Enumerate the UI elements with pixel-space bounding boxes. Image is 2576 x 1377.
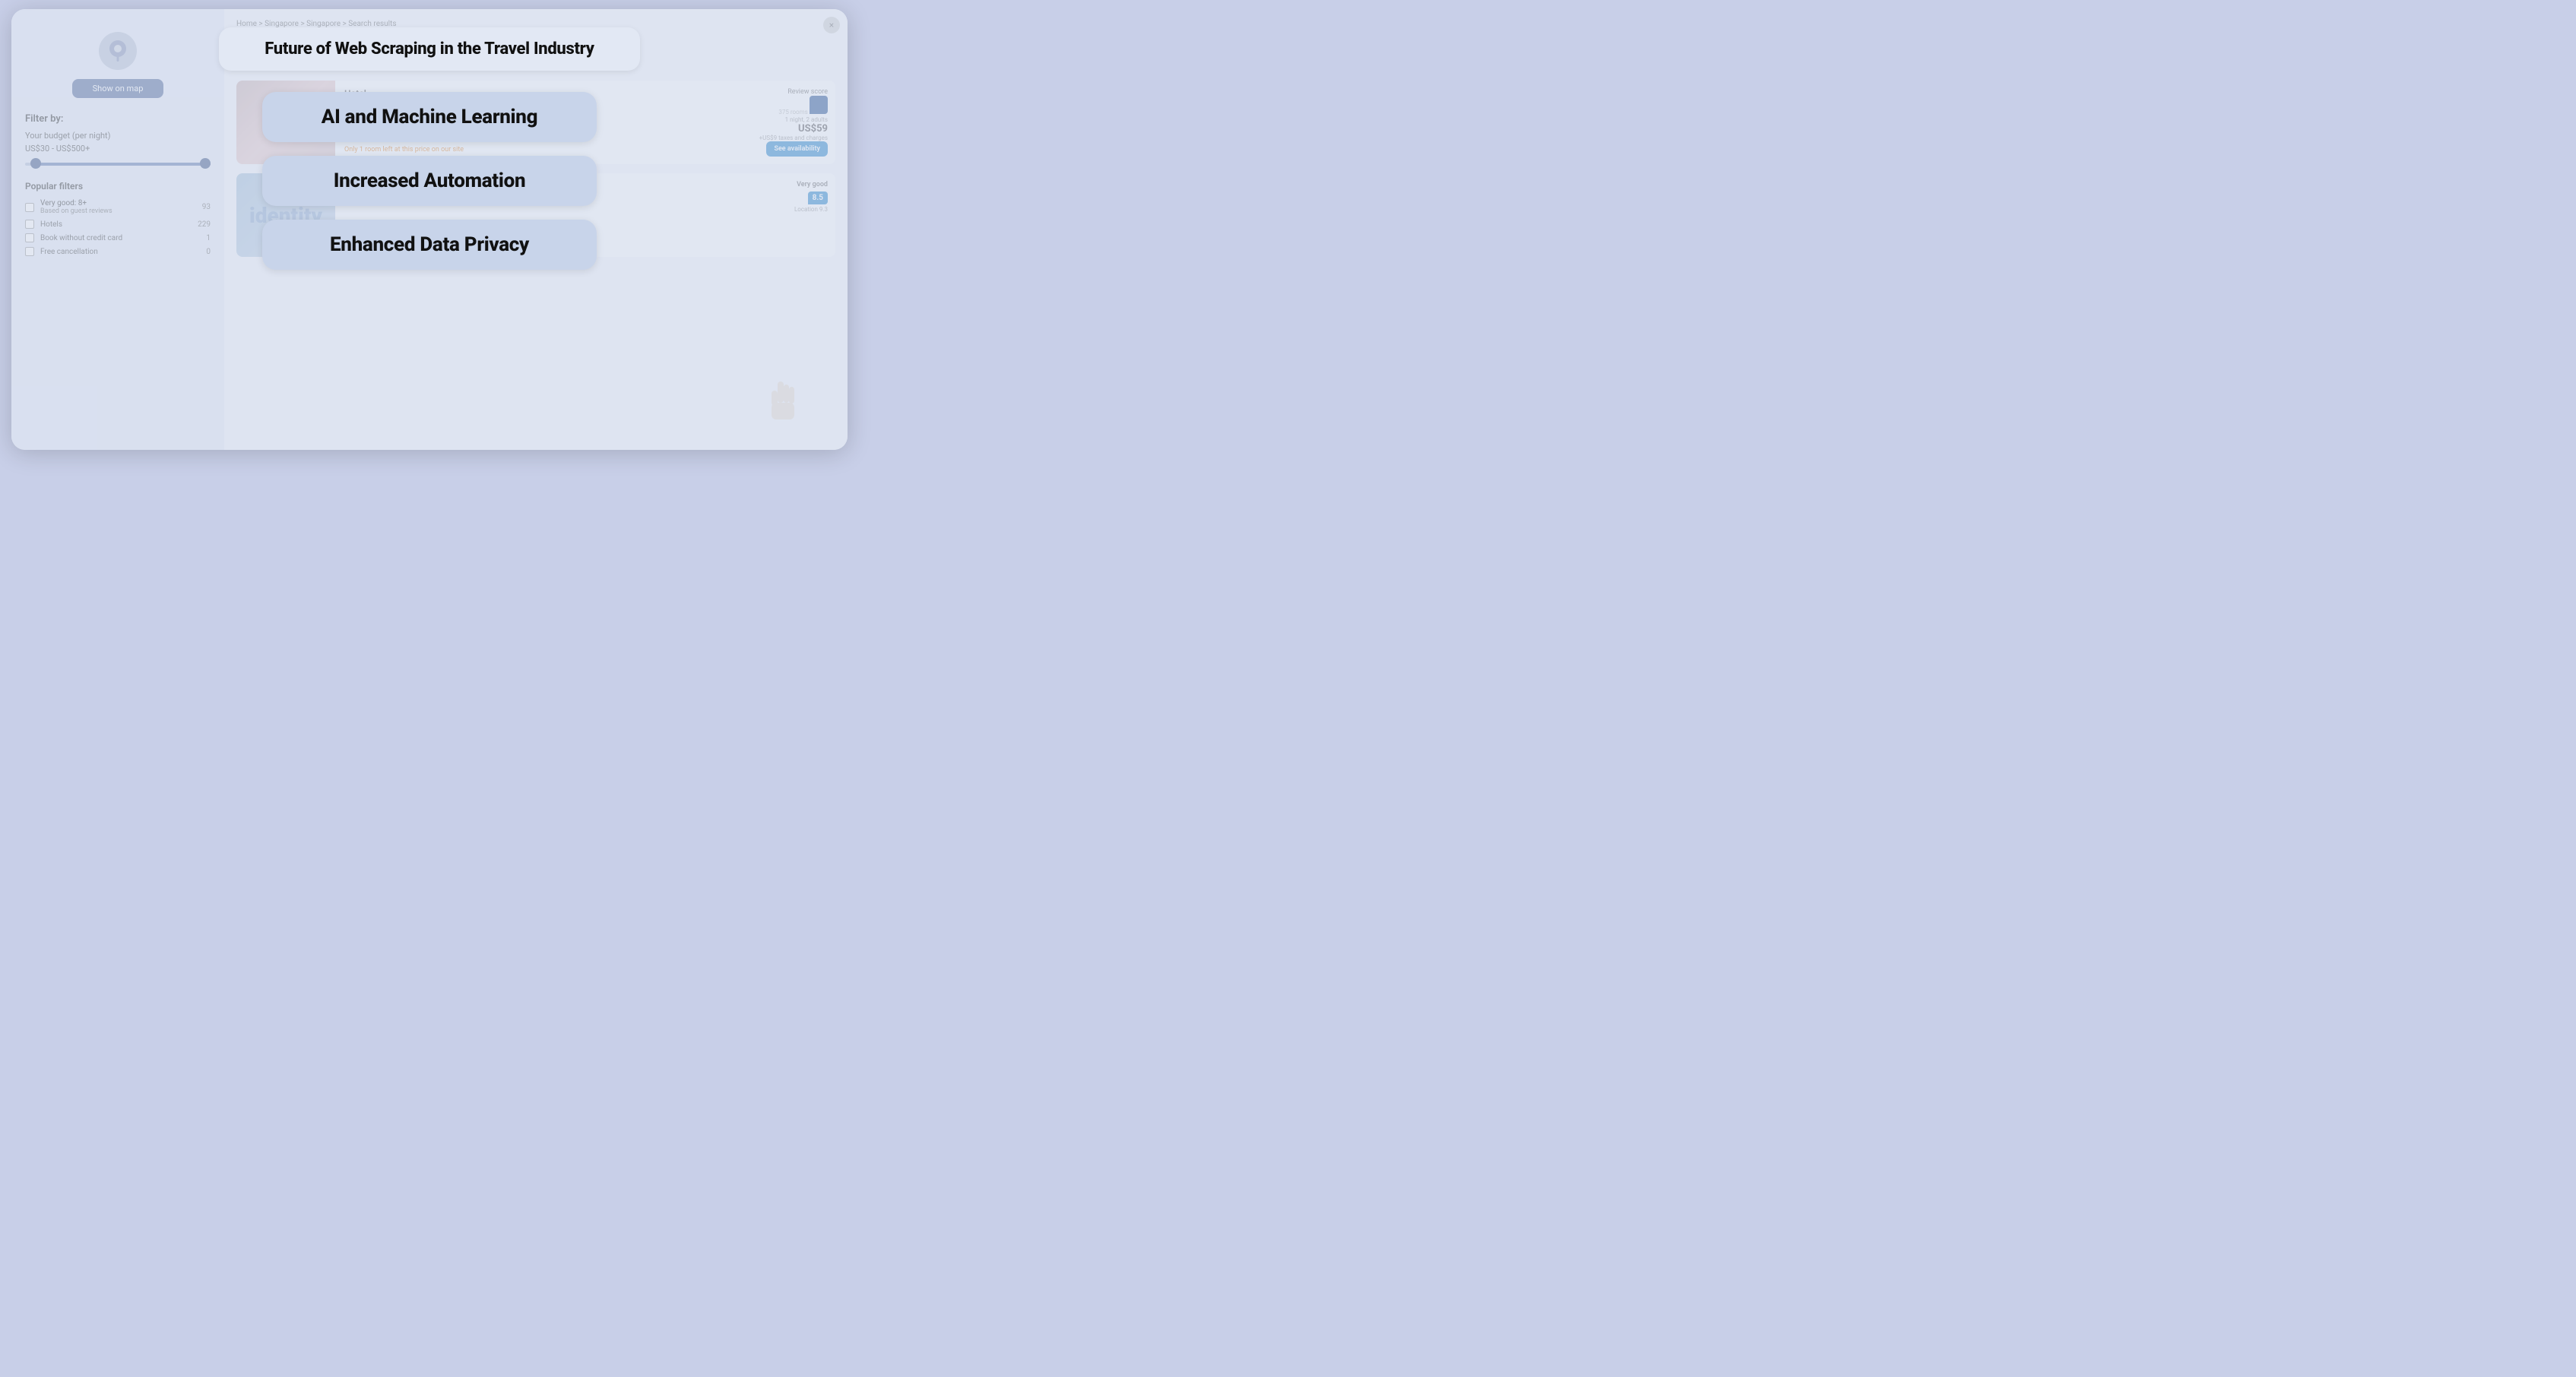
title-box: Future of Web Scraping in the Travel Ind…: [219, 27, 639, 71]
pill-automation: Increased Automation: [262, 156, 597, 206]
pill-privacy: Enhanced Data Privacy: [262, 220, 597, 270]
pill-automation-label: Increased Automation: [334, 169, 526, 192]
main-container: Show on map Filter by: Your budget (per …: [11, 9, 848, 450]
foreground-content: Future of Web Scraping in the Travel Ind…: [11, 9, 848, 450]
pill-ai-ml: AI and Machine Learning: [262, 92, 597, 142]
pill-ai-ml-label: AI and Machine Learning: [322, 106, 537, 128]
page-title: Future of Web Scraping in the Travel Ind…: [265, 40, 594, 59]
pill-privacy-label: Enhanced Data Privacy: [330, 233, 529, 256]
